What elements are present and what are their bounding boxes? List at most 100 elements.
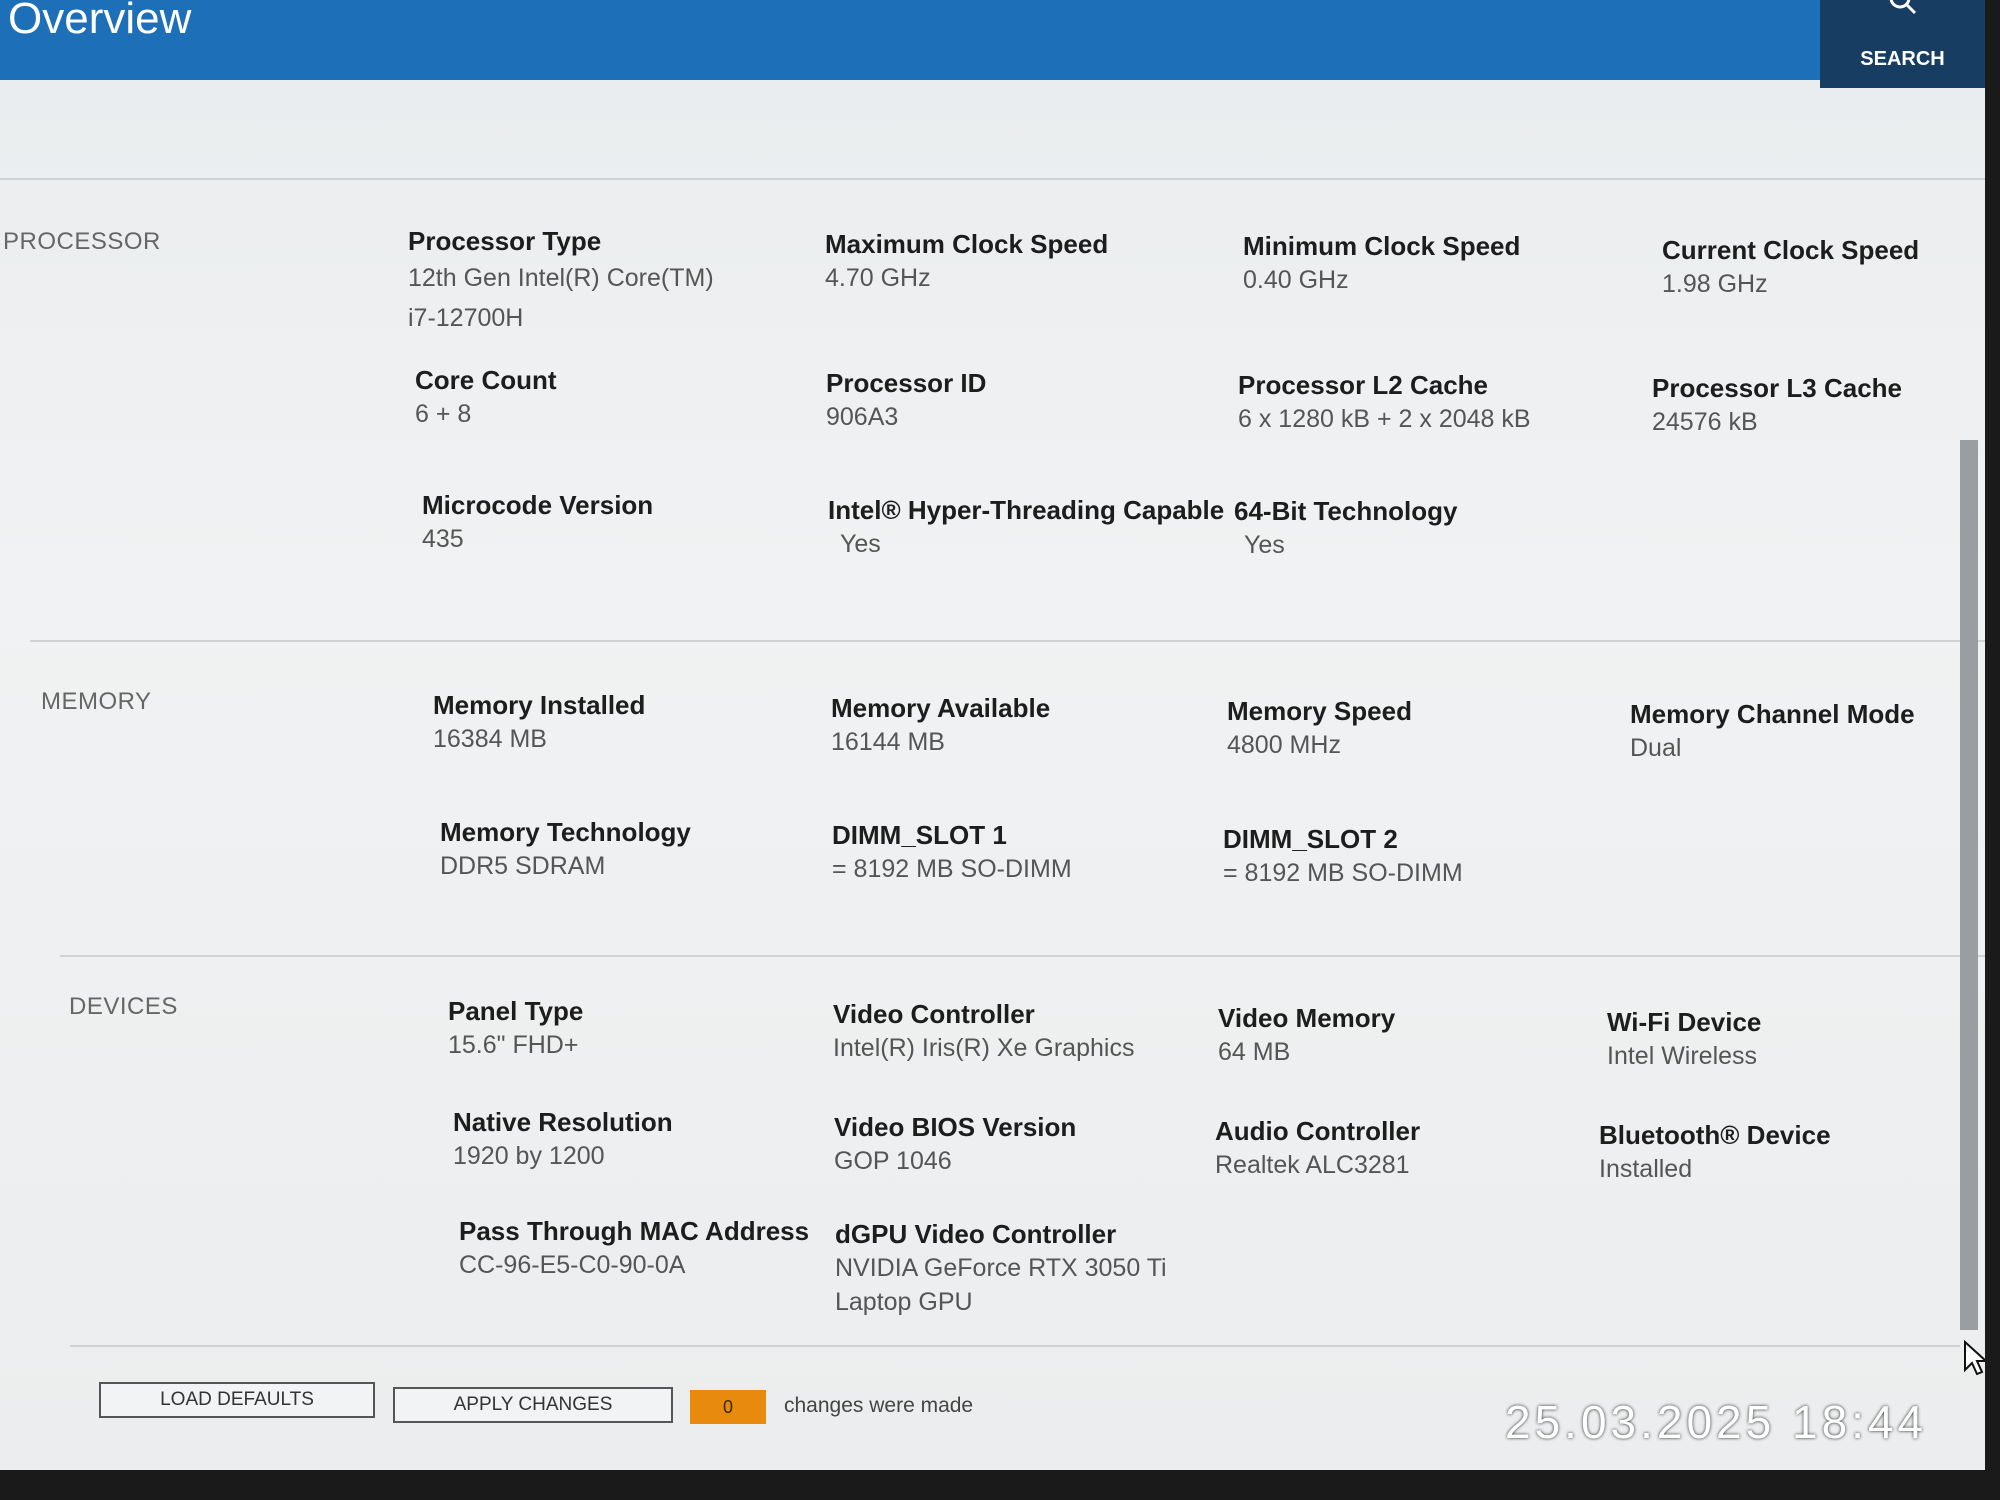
field-value: 6 + 8 — [415, 400, 472, 428]
field-name: Memory Installed — [433, 690, 646, 720]
field-video-bios-version: Video BIOS Version GOP 1046 — [834, 1110, 1194, 1178]
field-hyper-threading: Intel® Hyper-Threading Capable Yes — [828, 493, 1228, 561]
field-dgpu-controller: dGPU Video Controller NVIDIA GeForce RTX… — [835, 1217, 1215, 1319]
field-name: Video Memory — [1218, 1003, 1396, 1033]
field-name: Wi-Fi Device — [1607, 1007, 1762, 1037]
divider — [30, 640, 1985, 642]
field-value: Intel(R) Iris(R) Xe Graphics — [833, 1034, 1135, 1062]
field-value: CC-96-E5-C0-90-0A — [459, 1251, 686, 1279]
field-value: = 8192 MB SO-DIMM — [1223, 859, 1463, 887]
search-button[interactable]: SEARCH — [1820, 0, 1985, 88]
field-value: Yes — [840, 530, 881, 558]
page-title: Overview — [8, 0, 192, 43]
field-value: 12th Gen Intel(R) Core(TM) i7-12700H — [408, 264, 714, 332]
field-name: DIMM_SLOT 2 — [1223, 824, 1398, 854]
field-value: Realtek ALC3281 — [1215, 1151, 1410, 1179]
divider — [0, 178, 1985, 180]
field-dimm-slot-1: DIMM_SLOT 1 = 8192 MB SO-DIMM — [832, 818, 1192, 886]
divider — [70, 1345, 1960, 1347]
field-value: 1.98 GHz — [1662, 270, 1768, 298]
photo-timestamp: 25.03.2025 18:44 — [1505, 1396, 1928, 1448]
field-video-controller: Video Controller Intel(R) Iris(R) Xe Gra… — [833, 997, 1193, 1065]
field-name: Memory Available — [831, 693, 1051, 723]
field-name: Audio Controller — [1215, 1116, 1421, 1146]
field-name: Minimum Clock Speed — [1243, 231, 1521, 261]
field-value: 4.70 GHz — [825, 264, 931, 292]
field-name: Bluetooth® Device — [1599, 1120, 1831, 1150]
field-memory-speed: Memory Speed 4800 MHz — [1227, 694, 1587, 762]
field-name: Memory Technology — [440, 817, 691, 847]
field-microcode: Microcode Version 435 — [422, 488, 782, 556]
field-core-count: Core Count 6 + 8 — [415, 363, 775, 431]
field-name: Video Controller — [833, 999, 1035, 1029]
field-processor-id: Processor ID 906A3 — [826, 366, 1186, 434]
mouse-cursor-icon — [1964, 1340, 1985, 1376]
field-value: = 8192 MB SO-DIMM — [832, 855, 1072, 883]
divider — [60, 955, 1985, 957]
field-video-memory: Video Memory 64 MB — [1218, 1001, 1578, 1069]
scrollbar[interactable] — [1960, 440, 1978, 1330]
field-name: Memory Speed — [1227, 696, 1412, 726]
field-dimm-slot-2: DIMM_SLOT 2 = 8192 MB SO-DIMM — [1223, 822, 1583, 890]
field-value: 4800 MHz — [1227, 731, 1341, 759]
field-value: Installed — [1599, 1155, 1693, 1183]
field-name: Memory Channel Mode — [1630, 699, 1915, 729]
field-value: Intel Wireless — [1607, 1042, 1758, 1070]
header-bar: Overview — [0, 0, 1985, 80]
field-name: Current Clock Speed — [1662, 235, 1920, 265]
field-value: DDR5 SDRAM — [440, 852, 606, 880]
field-value: 435 — [422, 525, 464, 553]
field-value: NVIDIA GeForce RTX 3050 Ti Laptop GPU — [835, 1254, 1167, 1316]
field-name: Pass Through MAC Address — [459, 1216, 810, 1246]
field-value: 16144 MB — [831, 728, 945, 756]
field-memory-available: Memory Available 16144 MB — [831, 691, 1191, 759]
field-value: 6 x 1280 kB + 2 x 2048 kB — [1238, 405, 1531, 433]
field-value: 64 MB — [1218, 1038, 1291, 1066]
field-name: Native Resolution — [453, 1107, 673, 1137]
field-name: Core Count — [415, 365, 557, 395]
field-name: Processor L2 Cache — [1238, 370, 1489, 400]
field-memory-technology: Memory Technology DDR5 SDRAM — [440, 815, 800, 883]
field-value: 0.40 GHz — [1243, 266, 1349, 294]
field-bluetooth-device: Bluetooth® Device Installed — [1599, 1118, 1959, 1186]
field-name: Processor ID — [826, 368, 987, 398]
field-wifi-device: Wi-Fi Device Intel Wireless — [1607, 1005, 1967, 1073]
field-name: dGPU Video Controller — [835, 1219, 1117, 1249]
bios-screen: Overview SEARCH PROCESSOR Processor Type… — [0, 0, 1985, 1470]
field-name: Maximum Clock Speed — [825, 229, 1109, 259]
field-value: Dual — [1630, 734, 1682, 762]
field-processor-type: Processor Type 12th Gen Intel(R) Core(TM… — [408, 224, 768, 338]
field-memory-channel-mode: Memory Channel Mode Dual — [1630, 697, 1985, 765]
field-mac-address: Pass Through MAC Address CC-96-E5-C0-90-… — [459, 1214, 839, 1282]
changes-status-text: changes were made — [784, 1394, 974, 1417]
field-name: DIMM_SLOT 1 — [832, 820, 1007, 850]
field-value: 906A3 — [826, 403, 899, 431]
load-defaults-button[interactable]: LOAD DEFAULTS — [99, 1382, 375, 1418]
field-name: Intel® Hyper-Threading Capable — [828, 495, 1225, 525]
section-label-memory: MEMORY — [41, 688, 152, 715]
field-value: 16384 MB — [433, 725, 547, 753]
field-64bit: 64-Bit Technology Yes — [1234, 494, 1594, 562]
section-label-processor: PROCESSOR — [3, 228, 161, 255]
search-label: SEARCH — [1860, 48, 1945, 70]
field-l2-cache: Processor L2 Cache 6 x 1280 kB + 2 x 204… — [1238, 368, 1638, 436]
apply-changes-button[interactable]: APPLY CHANGES — [393, 1387, 673, 1423]
field-name: 64-Bit Technology — [1234, 496, 1458, 526]
field-name: Video BIOS Version — [834, 1112, 1077, 1142]
field-min-clock: Minimum Clock Speed 0.40 GHz — [1243, 229, 1603, 297]
search-icon — [1889, 0, 1917, 15]
field-name: Processor L3 Cache — [1652, 373, 1903, 403]
section-label-devices: DEVICES — [69, 993, 178, 1020]
field-name: Microcode Version — [422, 490, 654, 520]
field-name: Panel Type — [448, 996, 584, 1026]
field-value: 15.6" FHD+ — [448, 1031, 579, 1059]
field-audio-controller: Audio Controller Realtek ALC3281 — [1215, 1114, 1575, 1182]
change-count-badge: 0 — [690, 1390, 766, 1424]
field-value: 24576 kB — [1652, 408, 1758, 436]
field-value: Yes — [1244, 531, 1285, 559]
field-native-resolution: Native Resolution 1920 by 1200 — [453, 1105, 813, 1173]
field-l3-cache: Processor L3 Cache 24576 kB — [1652, 371, 1985, 439]
field-value: 1920 by 1200 — [453, 1142, 605, 1170]
field-panel-type: Panel Type 15.6" FHD+ — [448, 994, 808, 1062]
field-max-clock: Maximum Clock Speed 4.70 GHz — [825, 227, 1185, 295]
